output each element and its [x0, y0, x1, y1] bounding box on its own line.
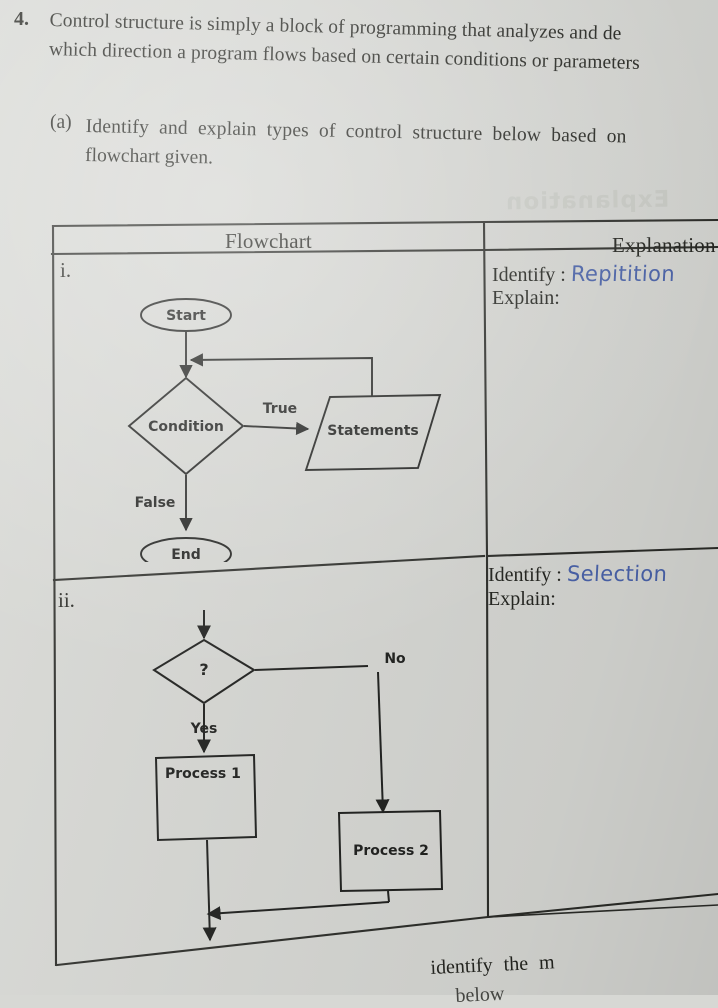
- identify-row-i: Identify : Repitition: [492, 261, 676, 287]
- label-decision: ?: [199, 660, 208, 679]
- edge-process2-down: [387, 890, 390, 903]
- edge-process1-out: [202, 839, 217, 942]
- identify-label-ii: Identify :: [488, 564, 562, 586]
- identify-answer-i: Repitition: [570, 261, 676, 287]
- column-header-flowchart: Flowchart: [225, 229, 312, 253]
- explain-label-i: Explain:: [492, 287, 560, 309]
- explain-label-ii: Explain:: [488, 588, 556, 610]
- label-process-1: Process 1: [165, 766, 241, 782]
- label-false: False: [135, 495, 176, 511]
- row-number-i: i.: [60, 258, 72, 282]
- edge-condition-statements: [243, 421, 310, 436]
- column-header-explanation: Explanation: [612, 233, 716, 257]
- label-statements: Statements: [327, 423, 419, 439]
- next-question-text-partial: below: [455, 982, 505, 1007]
- edge-decision-no-h: [254, 665, 369, 671]
- identify-row-ii: Identify : Selection: [488, 561, 668, 587]
- identify-label-i: Identify :: [492, 264, 566, 286]
- label-end: End: [171, 547, 201, 562]
- label-yes: Yes: [190, 721, 218, 737]
- edge-decision-no-v: [375, 671, 390, 814]
- label-process-2: Process 2: [353, 843, 429, 859]
- edge-process2-merge: [206, 901, 390, 921]
- flowchart-selection: ? Process 1 Process 2 No Yes: [152, 610, 444, 942]
- identify-answer-ii: Selection: [566, 561, 668, 587]
- label-no: No: [384, 651, 406, 667]
- label-true: True: [263, 401, 297, 417]
- label-condition: Condition: [148, 419, 224, 435]
- edge-statements-loopback: [189, 353, 373, 396]
- label-start: Start: [166, 308, 206, 324]
- flowchart-repetition: Start Condition Statements End True Fals…: [127, 298, 442, 562]
